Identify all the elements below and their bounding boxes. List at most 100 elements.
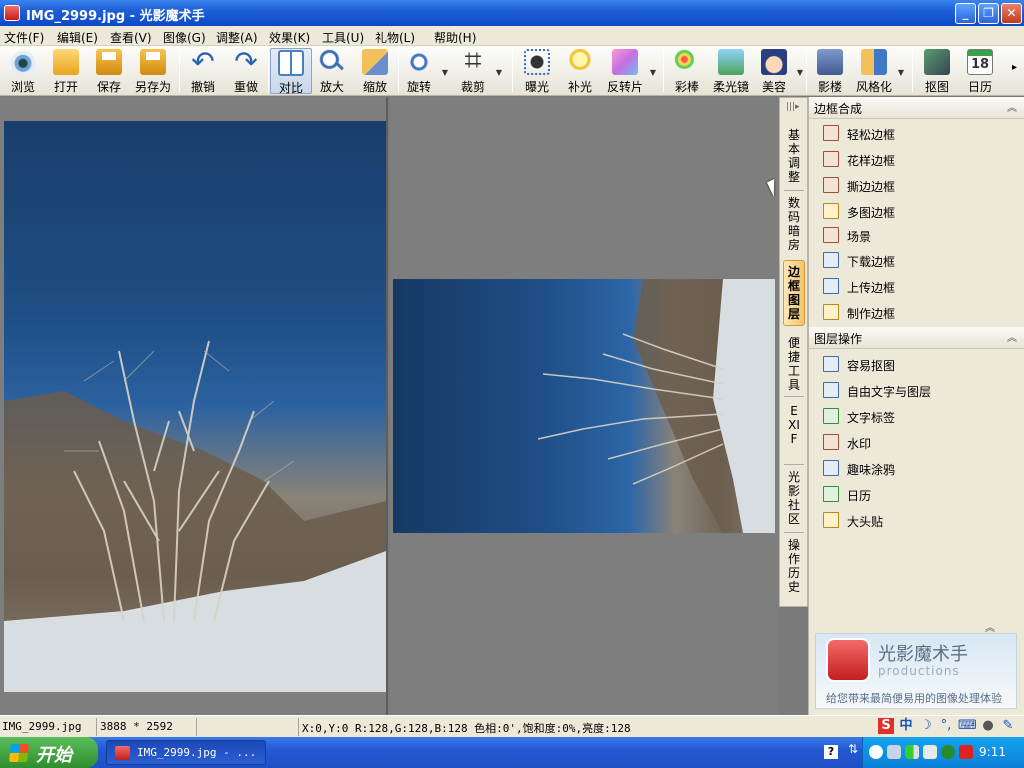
tab-basic-adjust[interactable]: 基本调整 <box>783 128 805 184</box>
menu-adjust[interactable]: 调整(A) <box>216 29 258 46</box>
tab-history[interactable]: 操作历史 <box>783 538 805 594</box>
signal-icon[interactable] <box>905 745 919 759</box>
speaker-icon[interactable] <box>923 745 937 759</box>
tab-community[interactable]: 光影社区 <box>783 470 805 526</box>
exposure-button[interactable]: 曝光 <box>516 48 558 94</box>
toolbar-separator <box>512 50 513 92</box>
fill-light-button[interactable]: 补光 <box>559 48 601 94</box>
collapse-icon[interactable]: ︽ <box>1007 329 1017 344</box>
color-wand-button[interactable]: 彩棒 <box>666 48 708 94</box>
stylize-button[interactable]: 风格化 ▼ <box>852 48 904 94</box>
chevron-down-icon[interactable]: ▼ <box>442 68 448 77</box>
layers-section-header[interactable]: 图层操作 ︽ <box>809 327 1024 349</box>
menu-gifts[interactable]: 礼物(L) <box>375 29 415 46</box>
crop-icon <box>460 43 486 78</box>
menu-tools[interactable]: 工具(U) <box>322 29 364 46</box>
status-dimensions: 3888 * 2592 <box>100 720 173 733</box>
tab-frames-layers[interactable]: 边框图层 <box>783 260 805 326</box>
undo-button[interactable]: 撤销 <box>182 45 224 94</box>
preview-photo[interactable] <box>393 279 775 533</box>
rotate-button[interactable]: 旋转 ▼ <box>398 48 448 94</box>
ime-logo-icon[interactable]: S <box>878 718 894 734</box>
preview-image-pane <box>390 97 779 715</box>
resize-button[interactable]: 缩放 <box>354 48 396 94</box>
start-button[interactable]: 开始 <box>0 737 98 768</box>
crop-button[interactable]: 裁剪▼ <box>452 43 502 94</box>
menu-file[interactable]: 文件(F) <box>4 29 44 46</box>
compare-icon <box>278 50 304 76</box>
maximize-button[interactable]: ❐ <box>978 3 999 24</box>
promo-subtitle: productions <box>878 664 960 678</box>
folder-icon <box>53 49 79 75</box>
tab-quick-tools[interactable]: 便捷工具 <box>783 336 805 392</box>
status-divider <box>196 718 197 736</box>
taskbar: 开始 IMG_2999.jpg - ... ? ⇅ 9:11 <box>0 737 1024 768</box>
make-frame-icon <box>823 304 839 320</box>
help-icon[interactable]: ? <box>824 745 838 759</box>
redo-button[interactable]: 重做 <box>225 45 267 94</box>
toolbar-overflow-icon[interactable]: ▸ <box>1012 62 1017 73</box>
expand-tray-icon[interactable] <box>869 745 883 759</box>
close-button[interactable]: ✕ <box>1001 3 1022 24</box>
soft-lens-button[interactable]: 柔光镜 <box>709 48 753 94</box>
label-icon <box>823 408 839 424</box>
chevron-down-icon[interactable]: ▼ <box>496 68 502 77</box>
save-button[interactable]: 保存 <box>88 48 130 94</box>
grid-frame-icon <box>823 203 839 219</box>
menu-bar: 文件(F) 编辑(E) 查看(V) 图像(G) 调整(A) 效果(K) 工具(U… <box>0 26 1024 46</box>
collapse-icon[interactable]: ︽ <box>985 619 995 634</box>
beauty-button[interactable]: 美容 ▼ <box>753 48 803 94</box>
status-bar: IMG_2999.jpg 3888 * 2592 X:0,Y:0 R:128,G… <box>0 715 1024 737</box>
save-as-button[interactable]: 另存为 <box>131 48 175 94</box>
title-bar: IMG_2999.jpg - 光影魔术手 _ ❐ ✕ <box>0 0 1024 26</box>
frames-section-header[interactable]: 边框合成 ︽ <box>809 97 1024 119</box>
toolbar-separator <box>268 50 269 92</box>
chevron-down-icon[interactable]: ▼ <box>650 68 656 77</box>
moon-icon[interactable]: ☽ <box>918 718 934 734</box>
download-icon <box>823 252 839 268</box>
punctuation-icon[interactable]: °, <box>938 718 954 734</box>
compare-button[interactable]: 对比 <box>270 48 312 95</box>
zoom-in-button[interactable]: 放大 <box>311 48 353 94</box>
app-icon <box>115 746 130 760</box>
collapse-grip-icon[interactable]: |||▸ <box>786 102 800 112</box>
user-icon[interactable]: ● <box>980 718 996 734</box>
tab-divider <box>784 190 804 191</box>
ime-mode-icon[interactable]: 中 <box>898 718 914 734</box>
calendar-button[interactable]: 日历 <box>959 48 1001 94</box>
zoom-icon <box>319 49 345 75</box>
minimize-button[interactable]: _ <box>955 3 976 24</box>
undo-icon <box>190 45 216 78</box>
open-button[interactable]: 打开 <box>45 48 87 94</box>
studio-button[interactable]: 影楼 <box>809 48 851 94</box>
original-photo[interactable] <box>4 121 386 692</box>
network-icon[interactable] <box>887 745 901 759</box>
wrench-icon[interactable]: ✎ <box>1000 718 1016 734</box>
menu-image[interactable]: 图像(G) <box>163 29 206 46</box>
chevron-down-icon[interactable]: ▼ <box>797 68 803 77</box>
shield-icon[interactable] <box>959 745 973 759</box>
scene-icon <box>823 227 839 243</box>
reverse-film-button[interactable]: 反转片 ▼ <box>602 48 656 94</box>
promo-banner[interactable]: 光影魔术手 productions 给您带来最简便易用的图像处理体验 <box>815 633 1017 709</box>
tab-divider <box>784 532 804 533</box>
redo-icon <box>233 45 259 78</box>
browse-button[interactable]: 浏览 <box>2 48 44 94</box>
language-icon[interactable]: ⇅ <box>848 742 858 756</box>
menu-edit[interactable]: 编辑(E) <box>57 29 98 46</box>
clock: 9:11 <box>979 745 1006 759</box>
tab-exif[interactable]: EXIF <box>787 404 801 446</box>
tab-darkroom[interactable]: 数码暗房 <box>783 196 805 252</box>
menu-effects[interactable]: 效果(K) <box>269 29 310 46</box>
cutout-button[interactable]: 抠图 <box>916 48 958 94</box>
style-icon <box>861 49 887 75</box>
chevron-down-icon[interactable]: ▼ <box>898 68 904 77</box>
taskbar-item-app[interactable]: IMG_2999.jpg - ... <box>106 740 266 765</box>
collapse-icon[interactable]: ︽ <box>1007 99 1017 114</box>
ime-toolbar: S 中 ☽ °, ⌨ ● ✎ <box>876 716 1024 736</box>
watermark-icon <box>823 434 839 450</box>
toolbar-separator <box>806 50 807 92</box>
menu-view[interactable]: 查看(V) <box>110 29 152 46</box>
security-icon[interactable] <box>941 745 955 759</box>
keyboard-icon[interactable]: ⌨ <box>958 718 977 734</box>
